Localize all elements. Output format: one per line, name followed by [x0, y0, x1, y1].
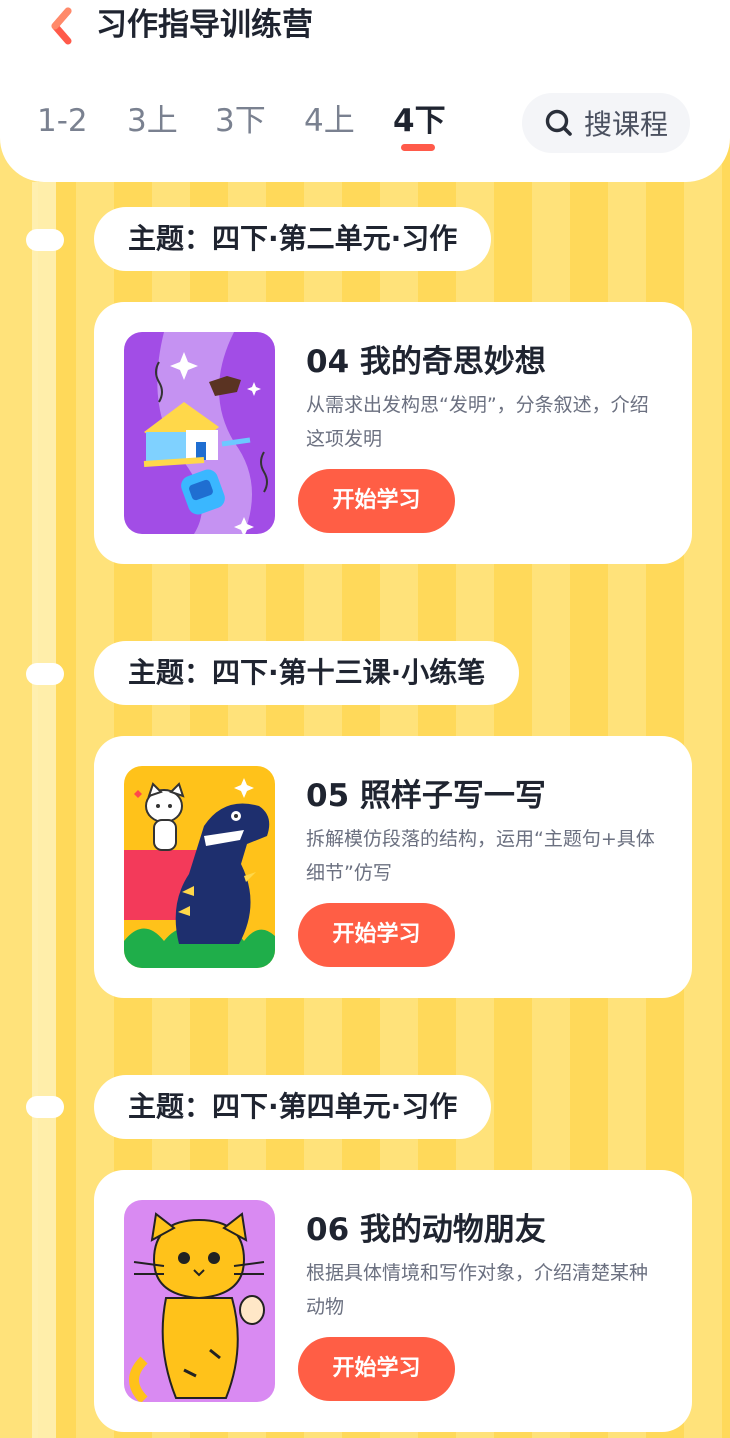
tab-4-first[interactable]: 4上 — [304, 98, 355, 144]
topic-label: 主题：四下·第二单元·习作 — [94, 207, 492, 271]
topic-label: 主题：四下·第四单元·习作 — [94, 1075, 492, 1139]
lesson-description: 从需求出发构思“发明”，分条叙述，介绍这项发明 — [306, 394, 649, 450]
lesson-thumbnail — [124, 332, 275, 534]
search-label: 搜课程 — [584, 108, 669, 141]
active-tab-indicator — [401, 144, 435, 151]
tab-1-2[interactable]: 1-2 — [37, 98, 88, 144]
tab-3-second[interactable]: 3下 — [215, 98, 266, 144]
timeline-dot — [26, 229, 64, 251]
tab-3-first[interactable]: 3上 — [127, 98, 178, 144]
back-button[interactable] — [44, 6, 80, 46]
topic-label: 主题：四下·第十三课·小练笔 — [94, 641, 520, 705]
page-title: 习作指导训练营 — [96, 7, 313, 43]
timeline-dot — [26, 663, 64, 685]
chevron-left-icon — [51, 7, 72, 45]
header-panel: 习作指导训练营 1-2 3上 3下 4上 4下 搜课程 — [0, 0, 730, 182]
lesson-thumbnail — [124, 766, 275, 968]
lesson-description: 根据具体情境和写作对象，介绍清楚某种动物 — [306, 1262, 649, 1318]
start-learning-button[interactable]: 开始学习 — [298, 1337, 455, 1401]
tab-4-second[interactable]: 4下 — [393, 98, 446, 144]
start-learning-button[interactable]: 开始学习 — [298, 903, 455, 967]
lesson-card[interactable]: 06 我的动物朋友 根据具体情境和写作对象，介绍清楚某种动物 开始学习 — [94, 1170, 692, 1432]
lesson-thumbnail — [124, 1200, 275, 1402]
lesson-title: 06 我的动物朋友 — [306, 1212, 546, 1248]
lesson-title: 05 照样子写一写 — [306, 778, 546, 814]
lesson-card[interactable]: 04 我的奇思妙想 从需求出发构思“发明”，分条叙述，介绍这项发明 开始学习 — [94, 302, 692, 564]
start-learning-button[interactable]: 开始学习 — [298, 469, 455, 533]
lesson-title: 04 我的奇思妙想 — [306, 344, 546, 380]
search-button[interactable]: 搜课程 — [522, 93, 690, 153]
lesson-description: 拆解模仿段落的结构，运用“主题句+具体细节”仿写 — [306, 828, 655, 884]
lesson-card[interactable]: 05 照样子写一写 拆解模仿段落的结构，运用“主题句+具体细节”仿写 开始学习 — [94, 736, 692, 998]
search-icon — [545, 109, 572, 136]
timeline-track — [32, 182, 56, 1438]
timeline-dot — [26, 1096, 64, 1118]
